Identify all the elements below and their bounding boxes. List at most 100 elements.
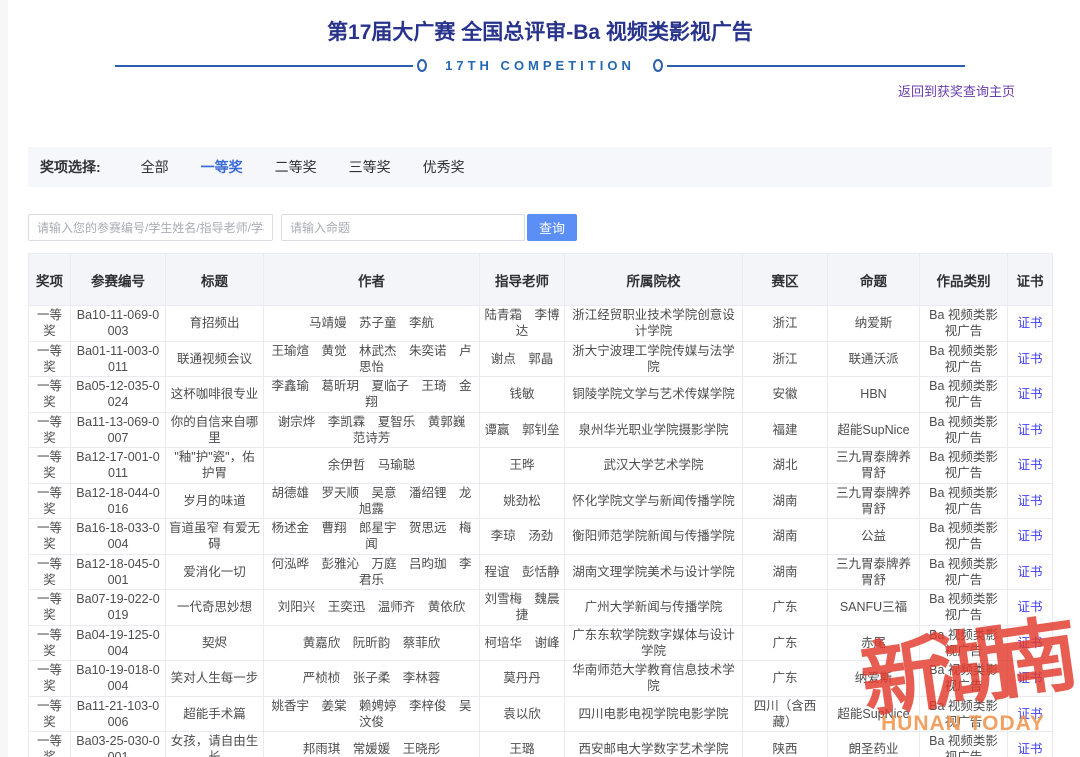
cell-teachers: 刘雪梅 魏晨捷 xyxy=(480,590,565,626)
cell-award: 一等奖 xyxy=(29,554,71,590)
certificate-link[interactable]: 证书 xyxy=(1017,423,1042,437)
cell-cert: 证书 xyxy=(1008,554,1053,590)
page-subtitle: 17TH COMPETITION xyxy=(445,58,635,73)
filter-tab-1[interactable]: 一等奖 xyxy=(201,157,243,177)
certificate-link[interactable]: 证书 xyxy=(1017,352,1042,366)
cell-title: 笑对人生每一步 xyxy=(166,661,264,697)
filter-tab-2[interactable]: 二等奖 xyxy=(275,157,317,177)
cell-award: 一等奖 xyxy=(29,341,71,377)
cell-school: 怀化学院文学与新闻传播学院 xyxy=(565,483,743,519)
cell-title: "釉"护"瓷"，佑护胃 xyxy=(166,448,264,484)
cell-entry_no: Ba01-11-003-0011 xyxy=(71,341,166,377)
cell-category: Ba 视频类影视广告 xyxy=(920,625,1008,661)
cell-award: 一等奖 xyxy=(29,625,71,661)
cell-award: 一等奖 xyxy=(29,306,71,342)
certificate-link[interactable]: 证书 xyxy=(1017,565,1042,579)
cell-title: 联通视频会议 xyxy=(166,341,264,377)
cell-teachers: 柯培华 谢峰 xyxy=(480,625,565,661)
cell-brief: 三九胃泰牌养胃舒 xyxy=(828,448,920,484)
cell-title: 岁月的味道 xyxy=(166,483,264,519)
certificate-link[interactable]: 证书 xyxy=(1017,600,1042,614)
page-title: 第17届大广赛 全国总评审-Ba 视频类影视广告 xyxy=(0,16,1080,46)
cell-category: Ba 视频类影视广告 xyxy=(920,519,1008,555)
cell-teachers: 程谊 彭恬静 xyxy=(480,554,565,590)
cell-award: 一等奖 xyxy=(29,696,71,732)
cell-authors: 何泓晔 彭雅沁 万庭 吕昀珈 李君乐 xyxy=(264,554,480,590)
divider-line-right xyxy=(667,65,965,67)
certificate-link[interactable]: 证书 xyxy=(1017,742,1042,756)
cell-entry_no: Ba05-12-035-0024 xyxy=(71,377,166,413)
cell-teachers: 王晔 xyxy=(480,448,565,484)
certificate-link[interactable]: 证书 xyxy=(1017,458,1042,472)
cell-entry_no: Ba10-19-018-0004 xyxy=(71,661,166,697)
cell-region: 广东 xyxy=(743,625,828,661)
cell-category: Ba 视频类影视广告 xyxy=(920,483,1008,519)
cell-teachers: 钱敏 xyxy=(480,377,565,413)
cell-cert: 证书 xyxy=(1008,448,1053,484)
cell-region: 广东 xyxy=(743,661,828,697)
cell-award: 一等奖 xyxy=(29,590,71,626)
certificate-link[interactable]: 证书 xyxy=(1017,671,1042,685)
table-row: 一等奖Ba10-11-069-0003育招频出马靖嫚 苏子童 李航陆青霜 李博达… xyxy=(29,306,1053,342)
certificate-link[interactable]: 证书 xyxy=(1017,387,1042,401)
cell-category: Ba 视频类影视广告 xyxy=(920,696,1008,732)
certificate-link[interactable]: 证书 xyxy=(1017,636,1042,650)
certificate-link[interactable]: 证书 xyxy=(1017,494,1042,508)
keyword-search-input[interactable] xyxy=(28,214,273,241)
cell-category: Ba 视频类影视广告 xyxy=(920,341,1008,377)
header-divider: 17TH COMPETITION xyxy=(115,58,965,73)
cell-region: 四川（含西藏） xyxy=(743,696,828,732)
cell-brief: 纳爱斯 xyxy=(828,306,920,342)
table-row: 一等奖Ba11-13-069-0007你的自信来自哪里谢宗烨 李凯霖 夏智乐 黄… xyxy=(29,412,1053,448)
cell-title: 一代奇思妙想 xyxy=(166,590,264,626)
cell-teachers: 谢点 郭晶 xyxy=(480,341,565,377)
cell-title: 超能手术篇 xyxy=(166,696,264,732)
search-row: 查询 xyxy=(28,214,1052,241)
cell-cert: 证书 xyxy=(1008,661,1053,697)
cell-brief: SANFU三福 xyxy=(828,590,920,626)
award-filter-label: 奖项选择: xyxy=(40,157,101,177)
filter-tab-0[interactable]: 全部 xyxy=(141,157,169,177)
cell-brief: 朗圣药业 xyxy=(828,732,920,757)
cell-school: 四川电影电视学院电影学院 xyxy=(565,696,743,732)
cell-category: Ba 视频类影视广告 xyxy=(920,732,1008,757)
divider-ring-right-icon xyxy=(653,59,663,72)
cell-teachers: 姚劲松 xyxy=(480,483,565,519)
column-header-7: 命题 xyxy=(828,254,920,306)
column-header-8: 作品类别 xyxy=(920,254,1008,306)
cell-authors: 黄嘉欣 阮昕韵 蔡菲欣 xyxy=(264,625,480,661)
cell-region: 广东 xyxy=(743,590,828,626)
award-filter-tabs: 全部 一等奖 二等奖 三等奖 优秀奖 xyxy=(141,157,497,177)
cell-school: 湖南文理学院美术与设计学院 xyxy=(565,554,743,590)
cell-region: 湖南 xyxy=(743,483,828,519)
cell-school: 西安邮电大学数字艺术学院 xyxy=(565,732,743,757)
filter-tab-3[interactable]: 三等奖 xyxy=(349,157,391,177)
table-row: 一等奖Ba12-18-045-0001爱消化一切何泓晔 彭雅沁 万庭 吕昀珈 李… xyxy=(29,554,1053,590)
query-button[interactable]: 查询 xyxy=(527,214,577,241)
divider-line-left xyxy=(115,65,413,67)
certificate-link[interactable]: 证书 xyxy=(1017,707,1042,721)
cell-entry_no: Ba16-18-033-0004 xyxy=(71,519,166,555)
cell-brief: 三九胃泰牌养胃舒 xyxy=(828,483,920,519)
table-row: 一等奖Ba12-18-044-0016岁月的味道胡德雄 罗天顺 吴意 潘绍锂 龙… xyxy=(29,483,1053,519)
cell-region: 安徽 xyxy=(743,377,828,413)
cell-authors: 邦雨琪 常媛媛 王晓彤 xyxy=(264,732,480,757)
filter-tab-4[interactable]: 优秀奖 xyxy=(423,157,465,177)
back-to-query-home-link[interactable]: 返回到获奖查询主页 xyxy=(898,84,1015,99)
cell-cert: 证书 xyxy=(1008,341,1053,377)
cell-award: 一等奖 xyxy=(29,448,71,484)
certificate-link[interactable]: 证书 xyxy=(1017,529,1042,543)
back-link-row: 返回到获奖查询主页 xyxy=(0,81,1080,101)
cell-cert: 证书 xyxy=(1008,696,1053,732)
cell-authors: 杨述金 曹翔 郎星宇 贺思远 梅闻 xyxy=(264,519,480,555)
cell-title: 女孩，请自由生长 xyxy=(166,732,264,757)
brief-search-input[interactable] xyxy=(281,214,525,241)
cell-cert: 证书 xyxy=(1008,625,1053,661)
cell-school: 华南师范大学教育信息技术学院 xyxy=(565,661,743,697)
cell-title: 你的自信来自哪里 xyxy=(166,412,264,448)
cell-region: 湖南 xyxy=(743,519,828,555)
cell-award: 一等奖 xyxy=(29,732,71,757)
table-row: 一等奖Ba10-19-018-0004笑对人生每一步严桢桢 张子柔 李林蓉莫丹丹… xyxy=(29,661,1053,697)
certificate-link[interactable]: 证书 xyxy=(1017,316,1042,330)
cell-award: 一等奖 xyxy=(29,412,71,448)
